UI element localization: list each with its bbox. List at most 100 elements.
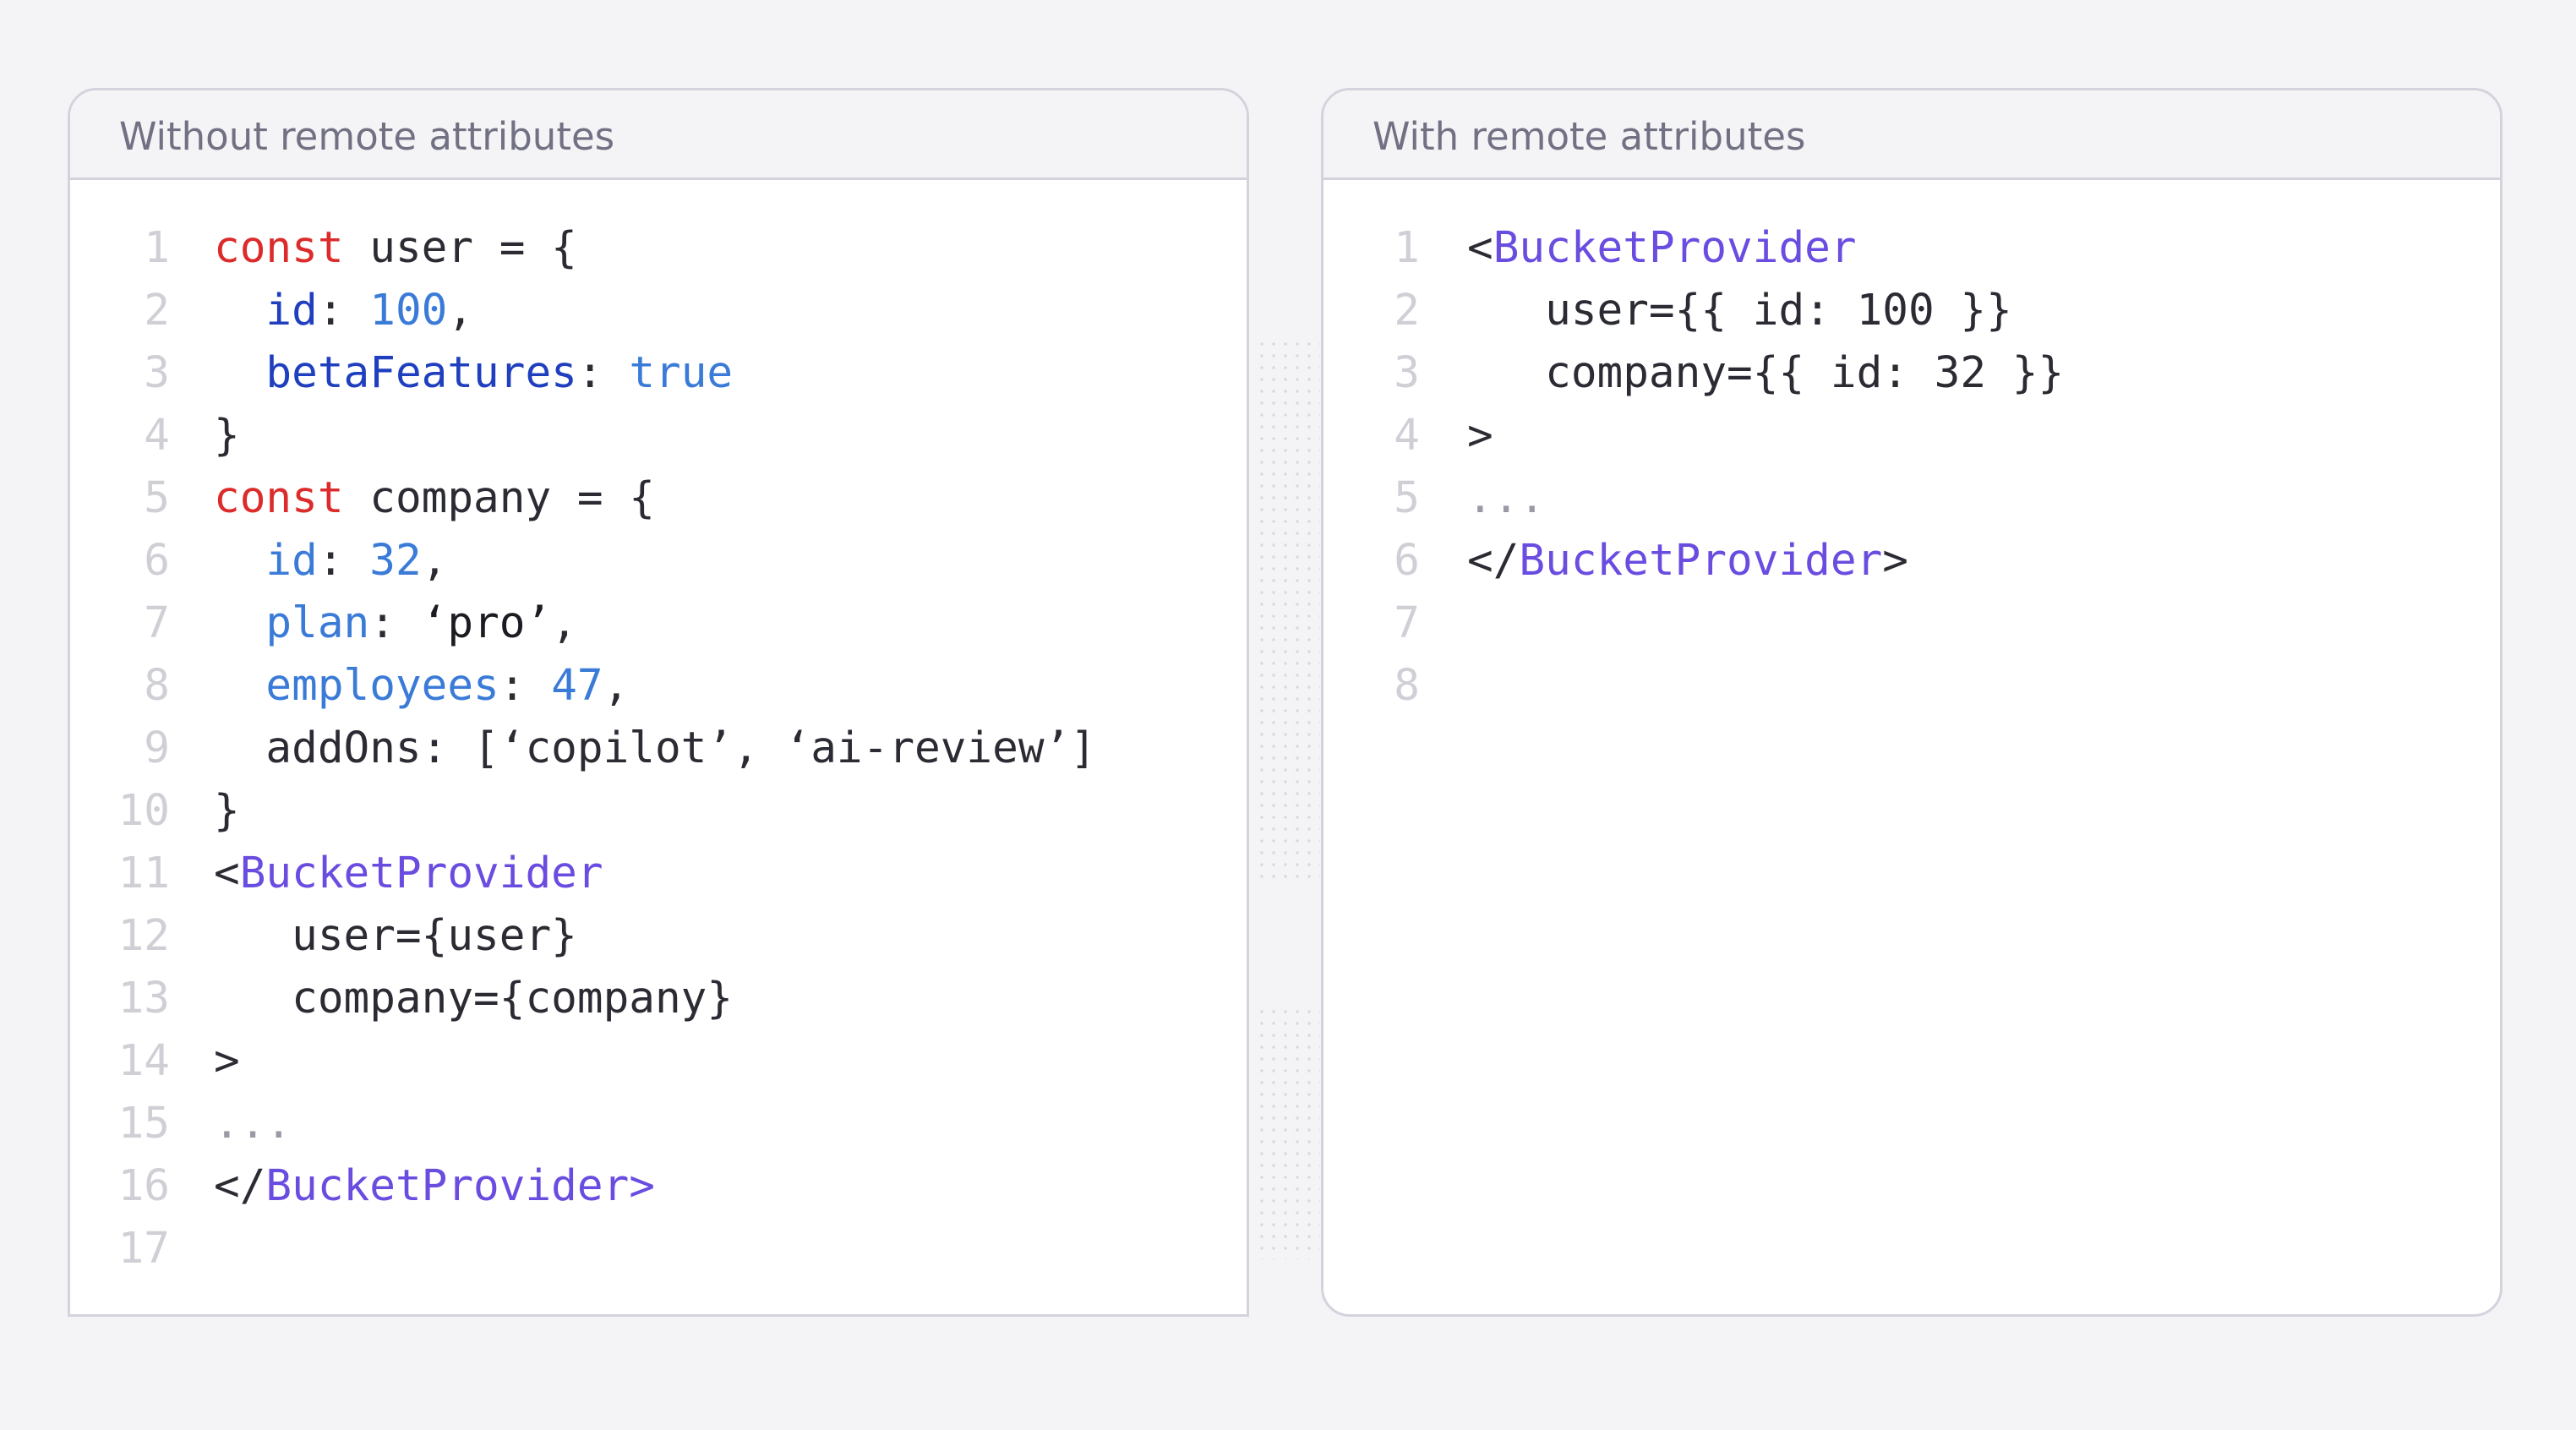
line-number: 8 — [144, 661, 170, 711]
code-line: 2 id: 100, — [70, 280, 1247, 342]
line-number: 15 — [117, 1099, 170, 1149]
code-token: company={{ id: 32 }} — [1467, 348, 2065, 398]
code-token: : — [576, 348, 630, 398]
line-number: 16 — [117, 1161, 170, 1211]
code-block: 1 const user = {2 id: 100, 3 betaFeatures:… — [70, 217, 1247, 1280]
code-text: <BucketProvider — [1467, 217, 1857, 280]
line-number: 2 — [144, 286, 170, 336]
line-number: 2 — [1394, 286, 1420, 336]
code-line: 3 betaFeatures: true — [70, 342, 1247, 405]
code-text: company={company} — [214, 968, 733, 1030]
dot-pattern-decoration — [1256, 338, 1320, 879]
code-line: 15... — [70, 1093, 1247, 1155]
code-line: 12 user={user} — [70, 905, 1247, 968]
code-line: 7 — [1323, 592, 2500, 655]
code-token: : — [317, 286, 370, 336]
code-token: const — [214, 473, 344, 523]
code-line: 4} — [70, 405, 1247, 467]
code-line: 6 id: 32, — [70, 530, 1247, 592]
code-token: </ — [214, 1161, 266, 1211]
code-token: BucketProvider — [1519, 536, 1883, 586]
code-token: , — [551, 598, 577, 648]
code-token: 100 — [369, 286, 448, 336]
code-panel-with-remote-attributes: With remote attributes 1 <BucketProvider 2… — [1321, 88, 2502, 1317]
code-text: > — [1467, 405, 1493, 467]
code-line: 5... — [1323, 467, 2500, 530]
code-line: 8 employees: 47, — [70, 655, 1247, 718]
code-line: 8 — [1323, 655, 2500, 718]
code-text: plan: ‘pro’, — [214, 592, 577, 655]
code-token: plan — [265, 598, 370, 648]
code-text: user={{ id: 100 }} — [1467, 280, 2012, 342]
line-number: 7 — [144, 598, 170, 648]
code-text: id: 32, — [214, 530, 447, 592]
code-text: </BucketProvider> — [214, 1155, 655, 1218]
code-text: user={user} — [214, 905, 577, 968]
code-text: </BucketProvider> — [1467, 530, 1908, 592]
code-token: user={{ id: 100 }} — [1467, 286, 2012, 336]
code-line: 10} — [70, 780, 1247, 843]
code-text: > — [214, 1030, 240, 1093]
code-text: const company = { — [214, 467, 655, 530]
line-number: 4 — [1394, 411, 1420, 461]
line-number: 5 — [144, 473, 170, 523]
line-number: 5 — [1394, 473, 1420, 523]
panel-header: Without remote attributes — [70, 90, 1247, 180]
dot-pattern-decoration — [1256, 1006, 1320, 1259]
code-token: addOns: [‘copilot’, ‘ai-review’] — [214, 723, 1096, 773]
code-token: } — [214, 786, 240, 836]
code-token: company = { — [343, 473, 655, 523]
code-token: ... — [214, 1099, 292, 1149]
code-line: 3 company={{ id: 32 }} — [1323, 342, 2500, 405]
code-line: 14 > — [70, 1030, 1247, 1093]
code-text: id: 100, — [214, 280, 473, 342]
code-text: const user = { — [214, 217, 577, 280]
code-token: > — [1467, 411, 1493, 461]
line-number: 1 — [1394, 223, 1420, 273]
code-token: id — [265, 536, 318, 586]
code-token: , — [421, 536, 448, 586]
line-number: 4 — [144, 411, 170, 461]
panel-title: Without remote attributes — [119, 114, 615, 159]
code-line: 6 </BucketProvider> — [1323, 530, 2500, 592]
code-text: company={{ id: 32 }} — [1467, 342, 2064, 405]
code-line: 1 <BucketProvider — [1323, 217, 2500, 280]
code-line: 11 <BucketProvider — [70, 843, 1247, 905]
code-token: , — [447, 286, 474, 336]
code-line: 2 user={{ id: 100 }} — [1323, 280, 2500, 342]
line-number: 9 — [144, 723, 170, 773]
code-line: 7 plan: ‘pro’, — [70, 592, 1247, 655]
code-token: const — [214, 223, 344, 273]
code-text: ... — [214, 1093, 292, 1155]
code-token: true — [629, 348, 734, 398]
code-token: ... — [1467, 473, 1546, 523]
panel-title: With remote attributes — [1373, 114, 1806, 159]
code-line: 1 const user = { — [70, 217, 1247, 280]
code-text: <BucketProvider — [214, 843, 603, 905]
code-token: company={company} — [214, 974, 734, 1023]
line-number: 10 — [117, 786, 170, 836]
code-panel-without-remote-attributes: Without remote attributes 1 const user = … — [68, 88, 1249, 1317]
code-line: 16 </BucketProvider> — [70, 1155, 1247, 1218]
code-token: </ — [1467, 536, 1520, 586]
code-token: employees — [265, 661, 499, 711]
code-token: < — [1467, 223, 1493, 273]
code-text: employees: 47, — [214, 655, 629, 718]
line-number: 12 — [117, 911, 170, 961]
line-number: 3 — [1394, 348, 1420, 398]
code-line: 9 addOns: [‘copilot’, ‘ai-review’] — [70, 718, 1247, 780]
code-token: } — [214, 411, 240, 461]
line-number: 7 — [1394, 598, 1420, 648]
code-text: addOns: [‘copilot’, ‘ai-review’] — [214, 718, 1096, 780]
code-token: > — [214, 1036, 240, 1086]
line-number: 1 — [144, 223, 170, 273]
code-token: ‘pro’ — [421, 598, 552, 648]
code-token: 47 — [551, 661, 603, 711]
code-block: 1 <BucketProvider 2 user={{ id: 100 }} 3 co… — [1323, 217, 2500, 718]
code-token: user = { — [343, 223, 577, 273]
